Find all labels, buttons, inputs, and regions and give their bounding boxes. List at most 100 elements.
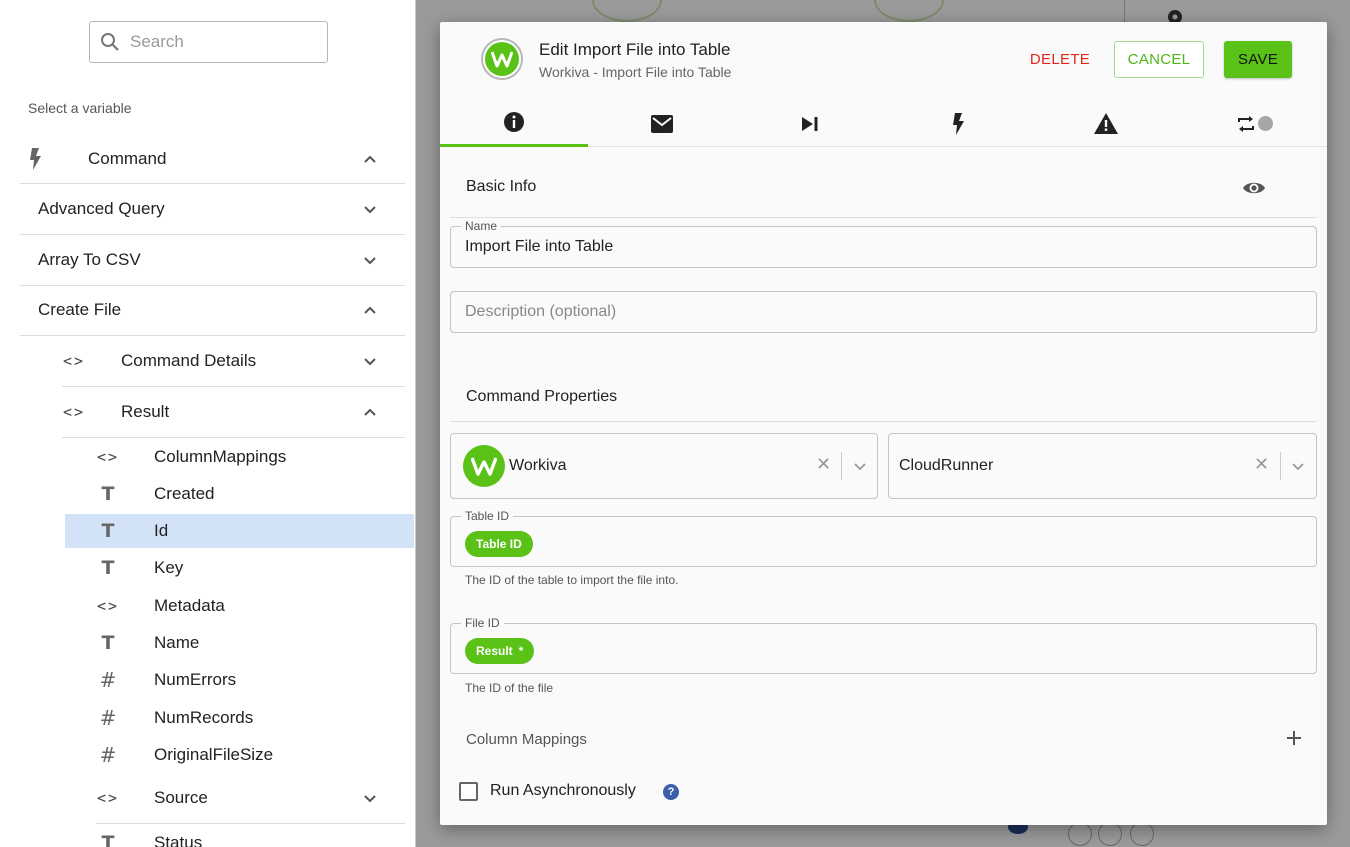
connector-value: Workiva (509, 457, 567, 474)
select-variable-label: Select a variable (28, 100, 132, 116)
workflow-node-partial (592, 0, 662, 22)
help-icon[interactable]: ? (663, 784, 679, 800)
tree-item-label: Source (154, 788, 208, 807)
tree-item-numrecords[interactable]: # NumRecords (96, 699, 414, 736)
dialog-subtitle: Workiva - Import File into Table (539, 64, 732, 80)
tree-item-id[interactable]: T Id (96, 512, 414, 549)
info-icon (504, 112, 524, 132)
chevron-down-icon (364, 206, 376, 214)
text-type-icon: T (101, 631, 115, 654)
table-id-field[interactable]: Table ID Table ID (450, 509, 1317, 567)
code-icon: <> (96, 596, 120, 615)
repeat-status-dot (1257, 116, 1273, 131)
workiva-logo (481, 38, 523, 80)
warning-icon (1094, 113, 1118, 134)
dialog-title: Edit Import File into Table (539, 40, 731, 59)
run-async-label: Run Asynchronously (490, 782, 636, 799)
text-type-icon: T (101, 482, 115, 505)
tree-item-command-details[interactable]: <> Command Details (62, 342, 405, 380)
chevron-down-icon (364, 257, 376, 265)
tree-item-originalfilesize[interactable]: # OriginalFileSize (96, 736, 414, 773)
edit-icon[interactable] (1068, 822, 1092, 846)
search-box[interactable] (89, 21, 328, 63)
tree-item-label: NumErrors (154, 669, 237, 689)
tree-item-source[interactable]: <> Source (96, 779, 405, 817)
connector-select[interactable]: Workiva ✕ (450, 433, 878, 499)
tree-item-label: Status (154, 833, 203, 847)
tab-repeat[interactable] (1180, 100, 1327, 147)
chevron-up-icon (364, 306, 376, 314)
search-icon (101, 33, 119, 51)
clear-icon[interactable]: ✕ (816, 454, 831, 475)
tab-next[interactable] (736, 100, 884, 147)
text-type-icon: T (101, 519, 115, 542)
description-placeholder: Description (optional) (465, 303, 617, 320)
table-id-chip[interactable]: Table ID (465, 531, 533, 557)
tree-item-command[interactable]: Command (20, 140, 405, 178)
tree-item-columnmappings[interactable]: <> ColumnMappings (96, 438, 414, 475)
tab-errors[interactable] (1032, 100, 1180, 147)
copy-icon[interactable] (1098, 822, 1122, 846)
tree-item-create-file[interactable]: Create File (20, 291, 405, 329)
file-id-label: File ID (461, 616, 504, 630)
clear-icon[interactable]: ✕ (1254, 454, 1269, 475)
tree-item-label: ColumnMappings (154, 446, 287, 466)
tab-notifications[interactable] (588, 100, 736, 147)
file-id-helper: The ID of the file (465, 681, 554, 695)
edit-command-dialog: Edit Import File into Table Workiva - Im… (440, 22, 1327, 825)
text-type-icon: T (101, 556, 115, 579)
workflow-node-partial (874, 0, 944, 22)
tab-triggers[interactable] (884, 100, 1032, 147)
tree-item-label: Array To CSV (38, 250, 141, 269)
name-field-value: Import File into Table (465, 238, 614, 255)
tree-item-label: Created (154, 483, 215, 503)
tree-item-label: Command (88, 149, 167, 168)
tree-item-name[interactable]: T Name (96, 624, 414, 661)
tree-item-result[interactable]: <> Result (62, 393, 405, 431)
delete-button[interactable]: DELETE (1024, 41, 1096, 77)
tree-item-label: Command Details (121, 351, 257, 370)
code-icon: <> (96, 789, 120, 807)
search-input[interactable] (130, 32, 310, 52)
code-icon: <> (96, 447, 120, 466)
column-mappings-label: Column Mappings (466, 731, 587, 748)
tree-item-metadata[interactable]: <> Metadata (96, 587, 414, 624)
chevron-down-icon (364, 358, 376, 366)
save-button[interactable]: SAVE (1224, 41, 1292, 78)
tree-item-advanced-query[interactable]: Advanced Query (20, 190, 405, 228)
eye-icon[interactable] (1242, 180, 1266, 196)
cancel-button[interactable]: CANCEL (1114, 41, 1204, 78)
runner-select[interactable]: CloudRunner ✕ (888, 433, 1317, 499)
chevron-down-icon[interactable] (1291, 459, 1305, 473)
number-type-icon: # (99, 705, 117, 730)
number-type-icon: # (99, 667, 117, 692)
tree-item-label: Id (154, 520, 169, 540)
tree-item-label: NumRecords (154, 707, 254, 727)
workiva-logo-icon (463, 445, 505, 487)
run-async-checkbox[interactable] (459, 782, 478, 801)
chip-star-icon: * (518, 644, 524, 658)
tab-info[interactable] (440, 100, 588, 147)
tree-item-created[interactable]: T Created (96, 475, 414, 512)
code-icon: <> (62, 403, 86, 421)
file-id-field[interactable]: File ID Result * (450, 616, 1317, 674)
description-field[interactable]: Description (optional) (450, 291, 1317, 333)
chevron-down-icon[interactable] (853, 459, 867, 473)
tree-item-array-to-csv[interactable]: Array To CSV (20, 241, 405, 279)
repeat-icon (1237, 115, 1254, 132)
file-id-chip-label: Result (476, 644, 513, 658)
trash-icon[interactable] (1130, 822, 1154, 846)
variable-panel: Select a variable Command Advanced Query… (0, 0, 416, 847)
tree-item-label: Metadata (154, 595, 225, 615)
add-icon[interactable] (1286, 730, 1302, 746)
tree-item-status[interactable]: T Status (96, 828, 414, 847)
mail-icon (651, 114, 673, 133)
runner-value: CloudRunner (899, 457, 994, 474)
command-properties-heading: Command Properties (466, 388, 618, 405)
tree-item-numerrors[interactable]: # NumErrors (96, 661, 414, 698)
tree-item-key[interactable]: T Key (96, 549, 414, 586)
name-field[interactable]: Name Import File into Table (450, 219, 1317, 268)
file-id-chip[interactable]: Result * (465, 638, 535, 664)
text-type-icon: T (101, 832, 115, 847)
tree-item-label: Result (121, 402, 170, 421)
